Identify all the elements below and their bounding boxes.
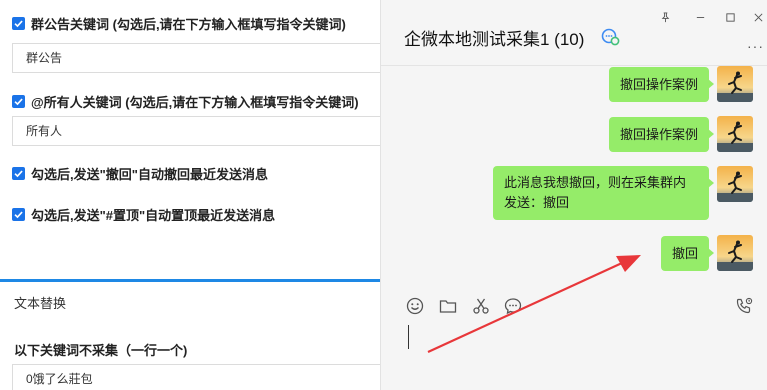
text-cursor — [408, 325, 409, 349]
chat-message[interactable]: 此消息我想撤回，则在采集群内发送：撤回 — [493, 166, 714, 220]
chat-title: 企微本地测试采集1 (10) — [404, 30, 585, 49]
pin-icon[interactable] — [658, 10, 672, 24]
exclude-keywords-title: 以下关键词不采集（一行一个) — [14, 343, 188, 358]
mention-all-keyword-label: @所有人关键词 (勾选后,请在下方输入框填写指令关键词) — [31, 95, 359, 110]
voice-call-icon[interactable] — [734, 296, 754, 316]
announcement-keyword-option[interactable]: 群公告关键词 (勾选后,请在下方输入框填写指令关键词) — [12, 14, 346, 33]
mention-all-keyword-option[interactable]: @所有人关键词 (勾选后,请在下方输入框填写指令关键词) — [12, 92, 359, 111]
more-options-button[interactable]: ··· — [747, 38, 764, 54]
recall-option[interactable]: 勾选后,发送"撤回"自动撤回最近发送消息 — [12, 164, 268, 183]
chat-message[interactable]: 撤回操作案例 — [608, 117, 715, 152]
message-input-area[interactable] — [381, 284, 767, 390]
chat-message[interactable]: 撤回操作案例 — [608, 67, 715, 102]
maximize-icon[interactable] — [723, 10, 737, 24]
chat-window: 企微本地测试采集1 (10) ··· 撤回操作案例 撤回操作案例 此消息我想撤回… — [380, 0, 767, 390]
checkbox-checked-icon[interactable] — [12, 167, 25, 180]
folder-icon[interactable] — [438, 296, 458, 316]
chat-history-icon[interactable] — [503, 296, 523, 316]
settings-panel: 群公告关键词 (勾选后,请在下方输入框填写指令关键词) 群公告 @所有人关键词 … — [0, 0, 392, 390]
exclude-keywords-input[interactable]: 0饿了么莊包 — [12, 364, 392, 390]
text-replace-title: 文本替换 — [14, 296, 67, 311]
checkbox-checked-icon[interactable] — [12, 17, 25, 30]
screenshot-icon[interactable] — [471, 296, 491, 316]
pin-option[interactable]: 勾选后,发送"#置顶"自动置顶最近发送消息 — [12, 205, 275, 224]
chat-message[interactable]: 撤回 — [660, 236, 715, 271]
mention-all-keyword-input[interactable]: 所有人 — [12, 116, 392, 146]
pin-option-label: 勾选后,发送"#置顶"自动置顶最近发送消息 — [31, 208, 276, 223]
announcement-keyword-label: 群公告关键词 (勾选后,请在下方输入框填写指令关键词) — [31, 17, 346, 32]
user-avatar[interactable] — [717, 166, 753, 202]
recall-option-label: 勾选后,发送"撤回"自动撤回最近发送消息 — [31, 167, 268, 182]
emoji-icon[interactable] — [405, 296, 425, 316]
user-avatar[interactable] — [717, 116, 753, 152]
group-chat-icon[interactable] — [600, 27, 622, 47]
section-divider — [0, 279, 380, 282]
minimize-icon[interactable] — [693, 10, 707, 24]
checkbox-checked-icon[interactable] — [12, 95, 25, 108]
announcement-keyword-input[interactable]: 群公告 — [12, 43, 392, 73]
user-avatar[interactable] — [717, 66, 753, 102]
close-icon[interactable] — [751, 10, 765, 24]
checkbox-checked-icon[interactable] — [12, 208, 25, 221]
user-avatar[interactable] — [717, 235, 753, 271]
chat-header: 企微本地测试采集1 (10) ··· — [381, 0, 767, 66]
